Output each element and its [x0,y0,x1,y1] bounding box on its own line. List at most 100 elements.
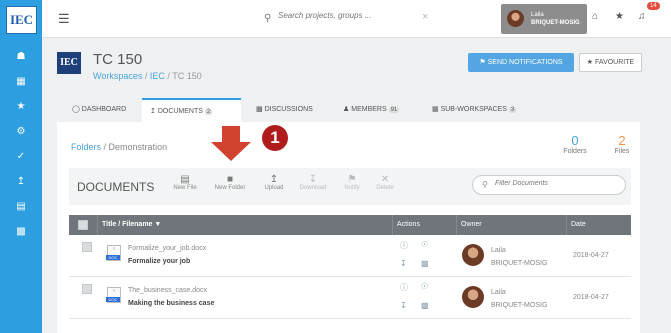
file-name[interactable]: Formalize_your_job.docx [128,245,206,252]
user-name: Laila BRIQUET-MOSIG [531,11,580,27]
row-checkbox[interactable] [82,242,92,252]
download-icon: ↧ [308,174,318,185]
tab-count: 3 [508,107,517,113]
home-icon[interactable]: ⌂ [592,11,598,22]
col-owner[interactable]: Owner [456,215,566,235]
sidebar: IEC ☗ ▦ ★ ⚙ ✓ ↥ ▤ ▩ [0,0,42,333]
download-icon[interactable]: ↧ [400,259,407,268]
col-title[interactable]: Title / Filename ▼ [97,215,392,235]
filter-documents-input[interactable] [495,180,615,187]
comment-icon[interactable]: ▩ [421,259,429,268]
home-icon[interactable]: ☗ [0,51,42,62]
close-icon: ✕ [380,174,390,185]
folder-breadcrumb: Folders / Demonstration [71,142,167,152]
workspace-header: IEC TC 150 Workspaces / IEC / TC 150 ⚑ S… [42,38,671,98]
favourite-label: FAVOURITE [595,59,635,66]
select-all-checkbox[interactable] [78,220,88,230]
col-date[interactable]: Date [566,215,631,235]
breadcrumb-iec[interactable]: IEC [150,71,165,81]
iec-logo[interactable]: IEC [6,6,37,34]
tab-label: DOCUMENTS [157,108,203,115]
tab-label: SUB-WORKSPACES [440,106,507,113]
tab-documents[interactable]: ↥ DOCUMENTS 2 [142,98,241,122]
owner-name: Laila BRIQUET-MOSIG [491,244,547,270]
folder-icon: ■ [226,174,234,185]
file-type-tag: DOC [106,297,120,302]
download-button[interactable]: ↧ Download [293,174,333,191]
documents-panel: Folders / Demonstration 0 Folders 2 File… [57,122,640,333]
star-icon[interactable]: ★ [0,101,42,112]
info-icon[interactable]: ⓘ [400,240,408,251]
tool-label: New File [173,185,197,191]
new-file-button[interactable]: ▤ New File [165,174,205,191]
star-icon[interactable]: ★ [615,11,624,22]
table-row[interactable]: ≡ DOC The_business_case.docx Making the b… [69,277,631,319]
gear-icon[interactable]: ⚙ [0,126,42,137]
table-row[interactable]: ≡ DOC Formalize_your_job.docx Formalize y… [69,235,631,277]
docx-file-icon: ≡ DOC [106,245,121,261]
row-checkbox[interactable] [82,284,92,294]
owner-last-name: BRIQUET-MOSIG [491,260,548,267]
file-date: 2018-04-27 [573,252,609,259]
upload-icon: ↥ [150,108,158,115]
send-notifications-button[interactable]: ⚑ SEND NOTIFICATIONS [468,53,574,72]
upload-button[interactable]: ↥ Upload [254,174,294,191]
star-icon: ★ [586,59,596,66]
owner-last-name: BRIQUET-MOSIG [491,302,548,309]
col-actions: Actions [392,215,456,235]
send-notifications-label: SEND NOTIFICATIONS [487,59,563,66]
owner-first-name: Laila [491,289,506,296]
breadcrumb: Workspaces / IEC / TC 150 [93,71,202,81]
owner-first-name: Laila [491,247,506,254]
tab-dashboard[interactable]: ◯ DASHBOARD [66,98,132,122]
download-icon[interactable]: ↧ [400,301,407,310]
workspaces-icon[interactable]: ▦ [0,76,42,87]
upload-icon[interactable]: ↥ [0,176,42,187]
user-first-name: Laila [531,12,544,18]
tab-sub-workspaces[interactable]: ▦ SUB-WORKSPACES 3 [426,98,522,122]
breadcrumb-workspaces[interactable]: Workspaces [93,71,142,81]
folders-label: Folders [563,148,587,155]
tab-count: 2 [204,109,213,115]
eye-icon[interactable]: ☉ [421,282,428,291]
filter-documents: ⚲ [472,175,626,195]
owner-avatar [462,244,484,266]
folders-stat: 0 Folders [559,133,591,155]
calendar-icon[interactable]: ▤ [0,201,42,212]
file-title[interactable]: Formalize your job [128,258,190,265]
file-type-tag: DOC [106,255,120,260]
top-bar: ☰ ⚲ × Laila BRIQUET-MOSIG ⌂ ★ ♫ 14 [42,0,671,38]
chat-icon[interactable]: ▩ [0,226,42,237]
tool-label: Download [299,185,327,191]
documents-table-header: Title / Filename ▼ Actions Owner Date [69,215,631,235]
page-title: TC 150 [93,51,143,68]
tab-label: DASHBOARD [81,106,127,113]
workspaces-icon: ▦ [432,106,441,113]
info-icon[interactable]: ⓘ [400,282,408,293]
file-name[interactable]: The_business_case.docx [128,287,207,294]
menu-icon[interactable]: ☰ [58,11,70,27]
arrow-down-annotation-icon [211,126,251,161]
delete-button[interactable]: ✕ Delete [365,174,405,191]
search-icon: ⚲ [264,13,272,24]
tab-label: MEMBERS [351,106,387,113]
search-clear-button[interactable]: × [422,11,428,23]
comment-icon[interactable]: ▩ [421,301,429,310]
favourite-button[interactable]: ★ FAVOURITE [579,53,642,72]
flag-icon: ⚑ [479,59,488,66]
file-title[interactable]: Making the business case [128,300,214,307]
tab-discussions[interactable]: ▩ DISCUSSIONS [250,98,319,122]
check-icon[interactable]: ✓ [0,151,42,162]
new-folder-button[interactable]: ■ New Folder [210,174,250,191]
documents-heading: DOCUMENTS [77,180,155,194]
bell-icon[interactable]: ♫ [638,11,646,22]
tab-members[interactable]: ♟ MEMBERS 91 [337,98,405,122]
chat-icon: ▩ [256,106,265,113]
search-input[interactable] [278,11,408,20]
eye-icon[interactable]: ☉ [421,240,428,249]
page-scrollbar[interactable] [661,38,671,333]
breadcrumb-current: TC 150 [172,71,202,81]
folders-root-link[interactable]: Folders [71,142,101,152]
user-menu[interactable]: Laila BRIQUET-MOSIG [501,4,587,34]
workspace-logo: IEC [57,52,81,74]
